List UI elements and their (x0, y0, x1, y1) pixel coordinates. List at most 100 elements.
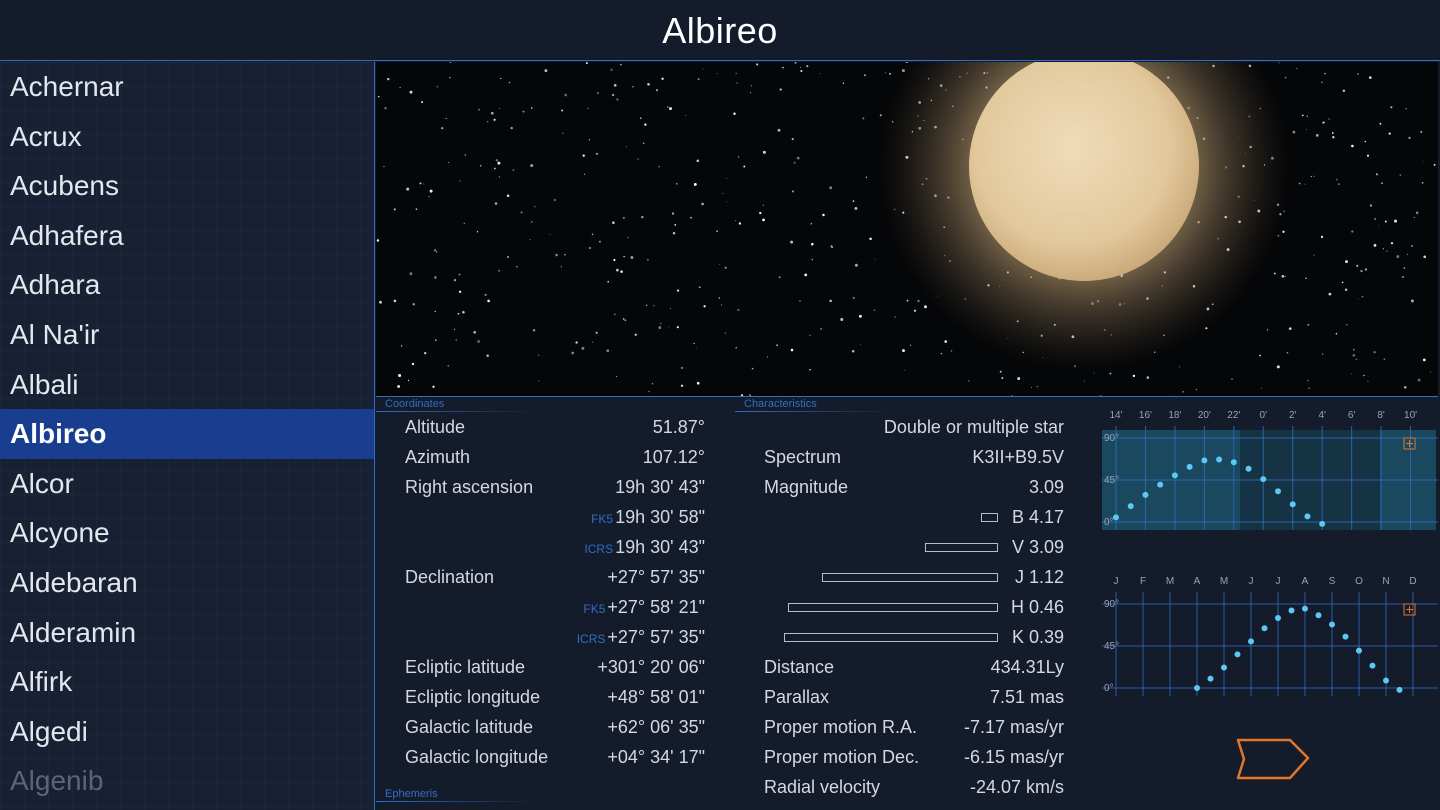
background-star (453, 278, 457, 282)
background-star (630, 256, 634, 259)
background-star (458, 290, 462, 293)
background-star (644, 123, 647, 126)
magnitude-bar (788, 603, 998, 612)
background-star (531, 221, 533, 223)
galactic-longitude-label: Galactic longitude (405, 747, 549, 767)
background-star (669, 307, 671, 309)
section-ephemeris[interactable]: Ephemeris (385, 788, 438, 800)
star-list-item[interactable]: Algenib (0, 756, 374, 806)
background-star (1355, 358, 1358, 361)
x-tick-label: J (1276, 576, 1281, 587)
star-viewer[interactable] (376, 62, 1438, 397)
background-star (660, 322, 662, 325)
background-star (756, 63, 759, 66)
star-list-item[interactable]: Acubens (0, 161, 374, 211)
background-star (588, 246, 591, 250)
galactic-longitude-value: +04° 34' 17" (607, 747, 705, 767)
star-list-item[interactable]: Alderamin (0, 608, 374, 658)
ecliptic-longitude-value: +48° 58' 01" (607, 687, 705, 707)
background-star (1292, 130, 1296, 134)
background-star (588, 138, 591, 141)
data-point (1342, 633, 1349, 640)
section-characteristics: Characteristics (744, 398, 817, 410)
background-star (884, 72, 887, 74)
data-point (1248, 638, 1254, 645)
background-star (399, 86, 401, 89)
background-star (716, 72, 718, 74)
star-list-item[interactable]: Adhara (0, 260, 374, 310)
background-star (484, 293, 487, 296)
dec-icrs-row: ICRS +27° 57' 35" (405, 627, 705, 649)
background-star (737, 308, 740, 312)
data-point (1356, 647, 1362, 654)
background-star (879, 114, 882, 117)
x-tick-label: 16' (1139, 410, 1152, 421)
background-star (721, 304, 723, 306)
background-star (1405, 108, 1407, 110)
star-list-item[interactable]: Achernar (0, 62, 374, 112)
starfield-canvas (376, 62, 1436, 396)
background-star (561, 109, 564, 112)
background-star (889, 73, 891, 75)
background-star (1306, 115, 1308, 117)
background-star (782, 66, 784, 69)
background-star (874, 258, 876, 260)
background-star (1403, 267, 1406, 269)
star-list-item[interactable]: Algedi (0, 707, 374, 757)
background-star (616, 376, 618, 378)
altitude-value: 51.87° (652, 417, 705, 437)
background-star (564, 93, 568, 97)
altitude-row: Altitude 51.87° (405, 417, 705, 439)
background-star (750, 85, 753, 87)
background-star (831, 246, 833, 249)
background-star (651, 383, 654, 385)
right-ascension-label: Right ascension (405, 477, 534, 497)
star-list-item[interactable]: Aldebaran (0, 558, 374, 608)
background-star (596, 92, 599, 95)
background-star (873, 309, 876, 312)
background-star (1011, 395, 1013, 396)
background-star (1284, 76, 1287, 79)
dec-fk5-value: +27° 58' 21" (607, 597, 705, 617)
x-tick-label: 0' (1260, 410, 1268, 421)
background-star (1423, 255, 1427, 259)
background-star (1281, 274, 1285, 278)
x-tick-label: J (1114, 576, 1119, 587)
background-star (436, 251, 438, 253)
background-star (680, 366, 684, 369)
magnitude-value: 3.09 (1028, 477, 1064, 497)
data-point (1216, 456, 1223, 463)
data-point (1201, 457, 1208, 464)
data-point (1234, 651, 1241, 658)
background-star (680, 384, 684, 387)
star-list-item[interactable]: Albali (0, 360, 374, 410)
star-list-item[interactable]: Albireo (0, 409, 374, 459)
data-point (1383, 677, 1389, 684)
background-star (716, 230, 718, 233)
data-point (1369, 662, 1376, 669)
altitude-yearly-chart[interactable]: J F M A M J J A S O N D 90° 45° 0° (1100, 574, 1438, 704)
x-tick-label: 8' (1377, 410, 1385, 421)
star-list[interactable]: Achernar Acrux Acubens Adhafera Adhara Al Na'… (0, 62, 375, 810)
altitude-daily-chart[interactable]: 14' 16' 18' 20' 22' 0' 2' 4' 6' 8' 10' 90° 45° 0° (1100, 408, 1438, 538)
magnitude-band-row: K 0.39 (764, 627, 1064, 649)
background-star (1315, 134, 1319, 137)
background-star (865, 176, 868, 178)
section-divider (376, 801, 536, 802)
arrow-outline-icon[interactable] (1232, 736, 1312, 782)
background-star (1420, 130, 1423, 133)
background-star (968, 380, 970, 382)
background-star (1366, 154, 1370, 157)
background-star (1307, 323, 1310, 326)
star-list-item[interactable]: Acrux (0, 112, 374, 162)
star-list-item[interactable]: Alcyone (0, 508, 374, 558)
background-star (411, 362, 415, 366)
star-list-item[interactable]: Alfirk (0, 657, 374, 707)
background-star (672, 232, 676, 235)
star-list-item[interactable]: Alcor (0, 459, 374, 509)
background-star (1282, 230, 1285, 233)
background-star (620, 63, 622, 66)
star-list-item[interactable]: Adhafera (0, 211, 374, 261)
background-star (1260, 387, 1262, 389)
star-list-item[interactable]: Al Na'ir (0, 310, 374, 360)
